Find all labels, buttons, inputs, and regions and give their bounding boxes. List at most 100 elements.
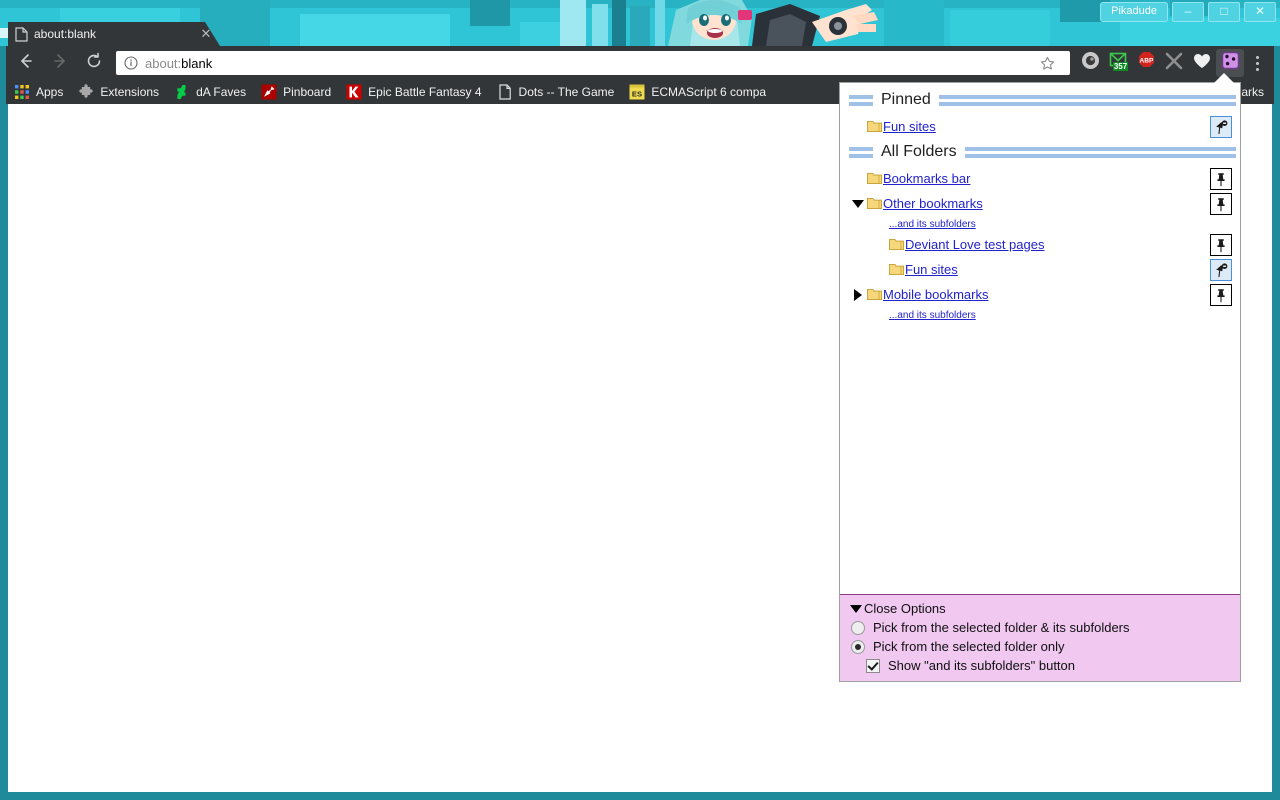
bookmark-label: Epic Battle Fantasy 4	[368, 85, 482, 99]
browser-toolbar: about:blank 357 ABP	[6, 46, 1274, 80]
popup-pointer-arrow	[1214, 73, 1234, 83]
pin-button[interactable]	[1210, 284, 1232, 306]
folder-row-deviant-love-test-pages[interactable]: Deviant Love test pages	[840, 232, 1240, 257]
page-info-icon[interactable]	[124, 56, 138, 70]
radio-pick-folder-and-subfolders[interactable]	[851, 620, 865, 635]
triangle-right-icon	[854, 288, 862, 301]
folder-icon	[867, 197, 882, 210]
option-row-subfolders[interactable]: Pick from the selected folder & its subf…	[840, 618, 1240, 637]
unpin-icon	[1216, 119, 1228, 134]
and-its-subfolders-link[interactable]: ...and its subfolders	[889, 310, 976, 321]
and-its-subfolders-link[interactable]: ...and its subfolders	[889, 219, 976, 230]
bookmark-ecmascript-6-compat[interactable]: ES ECMAScript 6 compa	[625, 82, 773, 102]
expand-toggle-other-bookmarks[interactable]	[849, 195, 867, 213]
window-controls: Pikadude – □ ✕	[1100, 2, 1276, 22]
menu-dot	[1255, 61, 1259, 65]
apps-grid-icon	[14, 84, 30, 100]
pin-button[interactable]	[1210, 168, 1232, 190]
folder-link[interactable]: Deviant Love test pages	[905, 237, 1044, 252]
section-header-all-folders[interactable]: All Folders	[840, 141, 1240, 163]
section-header-pinned[interactable]: Pinned	[840, 89, 1240, 111]
rule-left	[849, 94, 873, 106]
triangle-down-icon	[852, 199, 864, 208]
pin-icon	[1217, 172, 1225, 186]
title-bar: Pikadude – □ ✕ about:blank ✕	[0, 0, 1280, 46]
pin-icon	[1217, 238, 1225, 252]
unpin-button[interactable]	[1210, 116, 1232, 138]
folder-icon	[867, 120, 882, 133]
triangle-down-icon	[850, 604, 862, 613]
option-label: Show "and its subfolders" button	[888, 658, 1076, 673]
unpin-icon	[1216, 262, 1228, 277]
bookmark-label: Apps	[36, 85, 64, 99]
gmail-checker-extension-button[interactable]: 357	[1104, 49, 1132, 77]
bookmark-label: ECMAScript 6 compa	[651, 85, 767, 99]
bookmark-dots-the-game[interactable]: Dots -- The Game	[493, 82, 622, 102]
minimize-button[interactable]: –	[1172, 2, 1204, 22]
url-scheme: about:	[145, 55, 182, 71]
close-options-toggle[interactable]: Close Options	[840, 599, 1240, 618]
address-bar-text: about:blank	[145, 56, 212, 71]
folder-row-mobile-bookmarks[interactable]: Mobile bookmarks	[840, 282, 1240, 307]
back-arrow-icon	[17, 52, 35, 75]
pinboard-icon	[261, 84, 277, 100]
reload-button[interactable]	[80, 49, 108, 77]
folder-link[interactable]: Mobile bookmarks	[883, 287, 989, 302]
folder-link[interactable]: Fun sites	[883, 119, 936, 134]
folder-row-pinned-fun-sites[interactable]: Fun sites	[840, 114, 1240, 139]
folder-link[interactable]: Bookmarks bar	[883, 171, 970, 186]
adblock-plus-extension-button[interactable]: ABP	[1132, 49, 1160, 77]
page-icon	[497, 84, 513, 100]
checkbox-show-subfolders-button[interactable]	[866, 658, 880, 673]
tab-about-blank[interactable]: about:blank ✕	[8, 22, 220, 46]
maximize-button[interactable]: □	[1208, 2, 1240, 22]
svg-text:ES: ES	[632, 89, 642, 98]
dark-circle-icon	[1081, 51, 1100, 75]
address-bar[interactable]: about:blank	[116, 51, 1070, 75]
folder-row-bookmarks-bar[interactable]: Bookmarks bar	[840, 166, 1240, 191]
folder-icon	[867, 288, 882, 301]
close-options-panel: Close Options Pick from the selected fol…	[840, 594, 1240, 681]
bookmark-da-faves[interactable]: dA Faves	[170, 82, 253, 102]
bookmark-epic-battle-fantasy-4[interactable]: Epic Battle Fantasy 4	[342, 82, 488, 102]
folder-icon	[889, 238, 904, 251]
close-window-button[interactable]: ✕	[1244, 2, 1276, 22]
profile-button[interactable]: Pikadude	[1100, 2, 1168, 22]
close-icon[interactable]: ✕	[198, 26, 214, 42]
heart-extension-button[interactable]	[1188, 49, 1216, 77]
dark-circle-extension-button[interactable]	[1076, 49, 1104, 77]
bookmark-extensions[interactable]: Extensions	[74, 82, 166, 102]
bookmark-apps[interactable]: Apps	[10, 82, 70, 102]
envelope-icon: 357	[1108, 51, 1128, 76]
x-icon	[1164, 51, 1184, 76]
unpin-button[interactable]	[1210, 259, 1232, 281]
heart-icon	[1192, 51, 1212, 76]
random-bookmark-popup: Pinned Fun sites All Folders Bookmarks b…	[839, 82, 1241, 682]
bookmark-label: Extensions	[100, 85, 160, 99]
subfolders-row-mobile-bookmarks[interactable]: ...and its subfolders	[840, 307, 1240, 323]
folder-row-other-bookmarks[interactable]: Other bookmarks	[840, 191, 1240, 216]
pin-button[interactable]	[1210, 234, 1232, 256]
expand-toggle-mobile-bookmarks[interactable]	[849, 286, 867, 304]
section-title: All Folders	[881, 143, 957, 160]
folder-link[interactable]: Other bookmarks	[883, 196, 983, 211]
back-button[interactable]	[12, 49, 40, 77]
folder-row-fun-sites[interactable]: Fun sites	[840, 257, 1240, 282]
bookmark-pinboard[interactable]: Pinboard	[257, 82, 338, 102]
close-options-title: Close Options	[864, 601, 946, 616]
forward-button[interactable]	[46, 49, 74, 77]
gray-x-extension-button[interactable]	[1160, 49, 1188, 77]
pin-button[interactable]	[1210, 193, 1232, 215]
subfolders-row-other-bookmarks[interactable]: ...and its subfolders	[840, 216, 1240, 232]
bookmark-label: Dots -- The Game	[518, 85, 615, 99]
folder-link[interactable]: Fun sites	[905, 262, 958, 277]
bookmark-star-icon[interactable]	[1036, 52, 1058, 74]
option-row-show-subfolders-button[interactable]: Show "and its subfolders" button	[840, 656, 1240, 675]
section-title: Pinned	[881, 91, 931, 108]
extension-puzzle-icon	[78, 84, 94, 100]
radio-pick-folder-only[interactable]	[851, 639, 865, 654]
chrome-menu-button[interactable]	[1244, 49, 1270, 77]
page-icon	[14, 26, 28, 42]
option-row-folder-only[interactable]: Pick from the selected folder only	[840, 637, 1240, 656]
pin-icon	[1217, 197, 1225, 211]
